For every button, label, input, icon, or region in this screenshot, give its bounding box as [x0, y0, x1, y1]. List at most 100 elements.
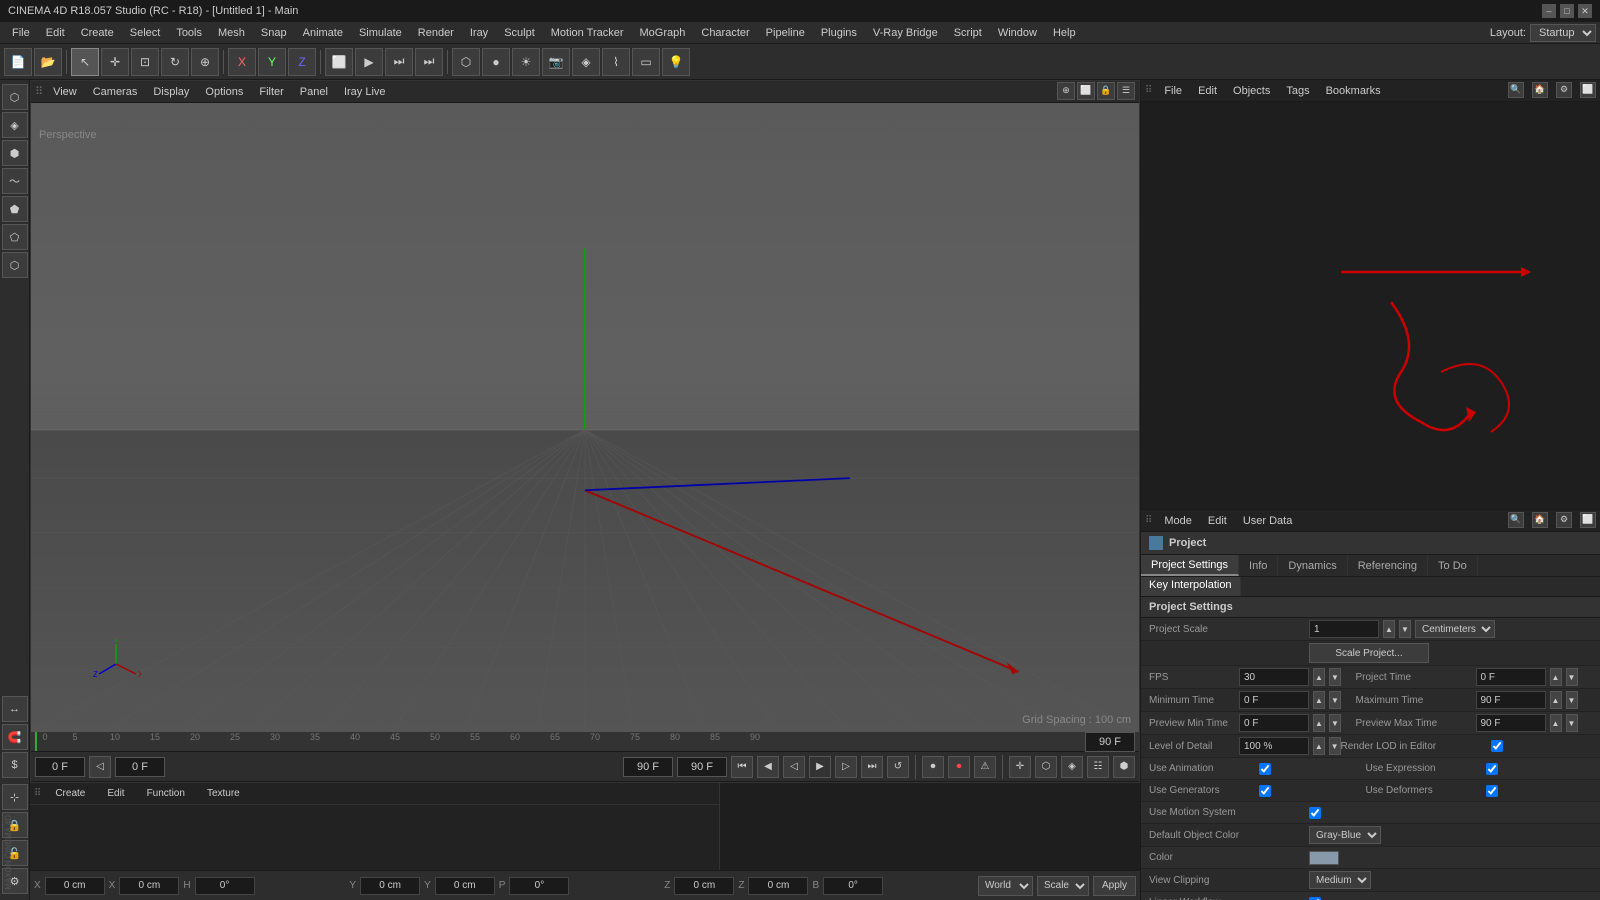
record-btn[interactable]: ⏺ — [922, 756, 944, 778]
record-auto-btn[interactable]: ⏺ — [948, 756, 970, 778]
viewport-expand-btn[interactable]: ⬜ — [1077, 82, 1095, 100]
subtab-key-interp[interactable]: Key Interpolation — [1141, 577, 1241, 596]
sidebar-points[interactable]: ⬟ — [2, 196, 28, 222]
toolbar-sphere[interactable]: ● — [482, 48, 510, 76]
tab-referencing[interactable]: Referencing — [1348, 555, 1428, 576]
use-animation-checkbox[interactable] — [1259, 763, 1271, 775]
goto-start-btn[interactable]: ⏮ — [731, 756, 753, 778]
record-motion-btn[interactable]: ⚠ — [974, 756, 996, 778]
sidebar-polys[interactable]: ⬡ — [2, 252, 28, 278]
p-input[interactable] — [509, 877, 569, 895]
toolbar-material[interactable]: ◈ — [572, 48, 600, 76]
toolbar-open[interactable]: 📂 — [34, 48, 62, 76]
viewport-settings-btn[interactable]: ☰ — [1117, 82, 1135, 100]
toolbar-scale[interactable]: ⊡ — [131, 48, 159, 76]
scale-spin-down[interactable]: ▼ — [1399, 620, 1411, 638]
sidebar-snap[interactable]: ⊹ — [2, 784, 28, 810]
menu-motion-tracker[interactable]: Motion Tracker — [543, 25, 632, 41]
menu-help[interactable]: Help — [1045, 25, 1084, 41]
menu-window[interactable]: Window — [990, 25, 1045, 41]
end-frame-input[interactable] — [1085, 732, 1135, 752]
viewport-iray-menu[interactable]: Iray Live — [338, 84, 392, 100]
start-frame-input[interactable] — [115, 757, 165, 777]
sidebar-polyobj[interactable]: ⬢ — [2, 140, 28, 166]
minimize-button[interactable]: – — [1542, 4, 1556, 18]
obj-tags-menu[interactable]: Tags — [1282, 83, 1313, 99]
scale-unit-select[interactable]: CentimetersMetersInches — [1415, 620, 1495, 638]
menu-create[interactable]: Create — [73, 25, 122, 41]
mintime-spin-down[interactable]: ▼ — [1329, 691, 1341, 709]
menu-snap[interactable]: Snap — [253, 25, 295, 41]
tab-info[interactable]: Info — [1239, 555, 1278, 576]
menu-pipeline[interactable]: Pipeline — [758, 25, 813, 41]
toolbar-z-axis[interactable]: Z — [288, 48, 316, 76]
scale-project-btn[interactable]: Scale Project... — [1309, 643, 1429, 663]
scale-spin-up[interactable]: ▲ — [1383, 620, 1395, 638]
tab-todo[interactable]: To Do — [1428, 555, 1478, 576]
step-fwd-btn[interactable]: ▷ — [835, 756, 857, 778]
prevmintime-spin-down[interactable]: ▼ — [1329, 714, 1341, 732]
menu-file[interactable]: File — [4, 25, 38, 41]
viewport-panel-menu[interactable]: Panel — [294, 84, 334, 100]
timeline-function-menu[interactable]: Function — [139, 786, 193, 801]
viewport-display-menu[interactable]: Display — [147, 84, 195, 100]
menu-mograph[interactable]: MoGraph — [632, 25, 694, 41]
fps-spin-up[interactable]: ▲ — [1313, 668, 1325, 686]
obj-file-menu[interactable]: File — [1160, 83, 1186, 99]
tab-project-settings[interactable]: Project Settings — [1141, 555, 1239, 576]
menu-iray[interactable]: Iray — [462, 25, 496, 41]
toolbar-y-axis[interactable]: Y — [258, 48, 286, 76]
obj-objects-menu[interactable]: Objects — [1229, 83, 1274, 99]
obj-home-btn[interactable]: 🏠 — [1532, 82, 1548, 98]
linear-workflow-checkbox[interactable] — [1309, 897, 1321, 900]
menu-vray[interactable]: V-Ray Bridge — [865, 25, 946, 41]
projtime-spin-up[interactable]: ▲ — [1550, 668, 1562, 686]
step-back-btn[interactable]: ◀ — [757, 756, 779, 778]
add-key-btn[interactable]: ✛ — [1009, 756, 1031, 778]
menu-edit[interactable]: Edit — [38, 25, 73, 41]
menu-select[interactable]: Select — [122, 25, 169, 41]
maxtime-spin-up[interactable]: ▲ — [1550, 691, 1562, 709]
goto-end-btn[interactable]: ⏭ — [861, 756, 883, 778]
close-button[interactable]: ✕ — [1578, 4, 1592, 18]
menu-render[interactable]: Render — [410, 25, 462, 41]
maximize-button[interactable]: □ — [1560, 4, 1574, 18]
motion-system-btn[interactable]: ☷ — [1087, 756, 1109, 778]
toolbar-rotate[interactable]: ↻ — [161, 48, 189, 76]
toolbar-floor[interactable]: ▭ — [632, 48, 660, 76]
toolbar-deformer[interactable]: ⌇ — [602, 48, 630, 76]
sidebar-select-model[interactable]: ⬡ — [2, 84, 28, 110]
coord-scale-select[interactable]: Scale — [1037, 876, 1089, 896]
x-input[interactable] — [45, 877, 105, 895]
y-input[interactable] — [360, 877, 420, 895]
preview-max-time-input[interactable] — [1476, 714, 1546, 732]
obj-edit-menu[interactable]: Edit — [1194, 83, 1221, 99]
viewport-filter-menu[interactable]: Filter — [253, 84, 289, 100]
viewport-center-btn[interactable]: ⊕ — [1057, 82, 1075, 100]
fps-input[interactable] — [1239, 668, 1309, 686]
obj-bookmarks-menu[interactable]: Bookmarks — [1322, 83, 1385, 99]
fps-spin-down[interactable]: ▼ — [1329, 668, 1341, 686]
autokey-btn[interactable]: ◈ — [1061, 756, 1083, 778]
toolbar-render-all[interactable]: ⏭ — [385, 48, 413, 76]
use-motion-system-checkbox[interactable] — [1309, 807, 1321, 819]
props-home-btn[interactable]: 🏠 — [1532, 512, 1548, 528]
project-scale-input[interactable] — [1309, 620, 1379, 638]
sidebar-edges[interactable]: ⬠ — [2, 224, 28, 250]
end-frame-input2[interactable] — [677, 757, 727, 777]
toolbar-cube[interactable]: ⬡ — [452, 48, 480, 76]
sidebar-dollar[interactable]: $ — [2, 752, 28, 778]
props-edit-menu[interactable]: Edit — [1204, 513, 1231, 529]
props-search-btn[interactable]: 🔍 — [1508, 512, 1524, 528]
toolbar-camera[interactable]: 📷 — [542, 48, 570, 76]
menu-plugins[interactable]: Plugins — [813, 25, 865, 41]
menu-animate[interactable]: Animate — [295, 25, 351, 41]
preview-end-input[interactable] — [623, 757, 673, 777]
toolbar-move[interactable]: ✛ — [101, 48, 129, 76]
lod-spin-down[interactable]: ▼ — [1329, 737, 1341, 755]
toolbar-x-axis[interactable]: X — [228, 48, 256, 76]
view-clipping-select[interactable]: MediumSmallLarge — [1309, 871, 1371, 889]
obj-expand-btn[interactable]: ⬜ — [1580, 82, 1596, 98]
remove-key-btn[interactable]: ⬡ — [1035, 756, 1057, 778]
min-time-input[interactable] — [1239, 691, 1309, 709]
